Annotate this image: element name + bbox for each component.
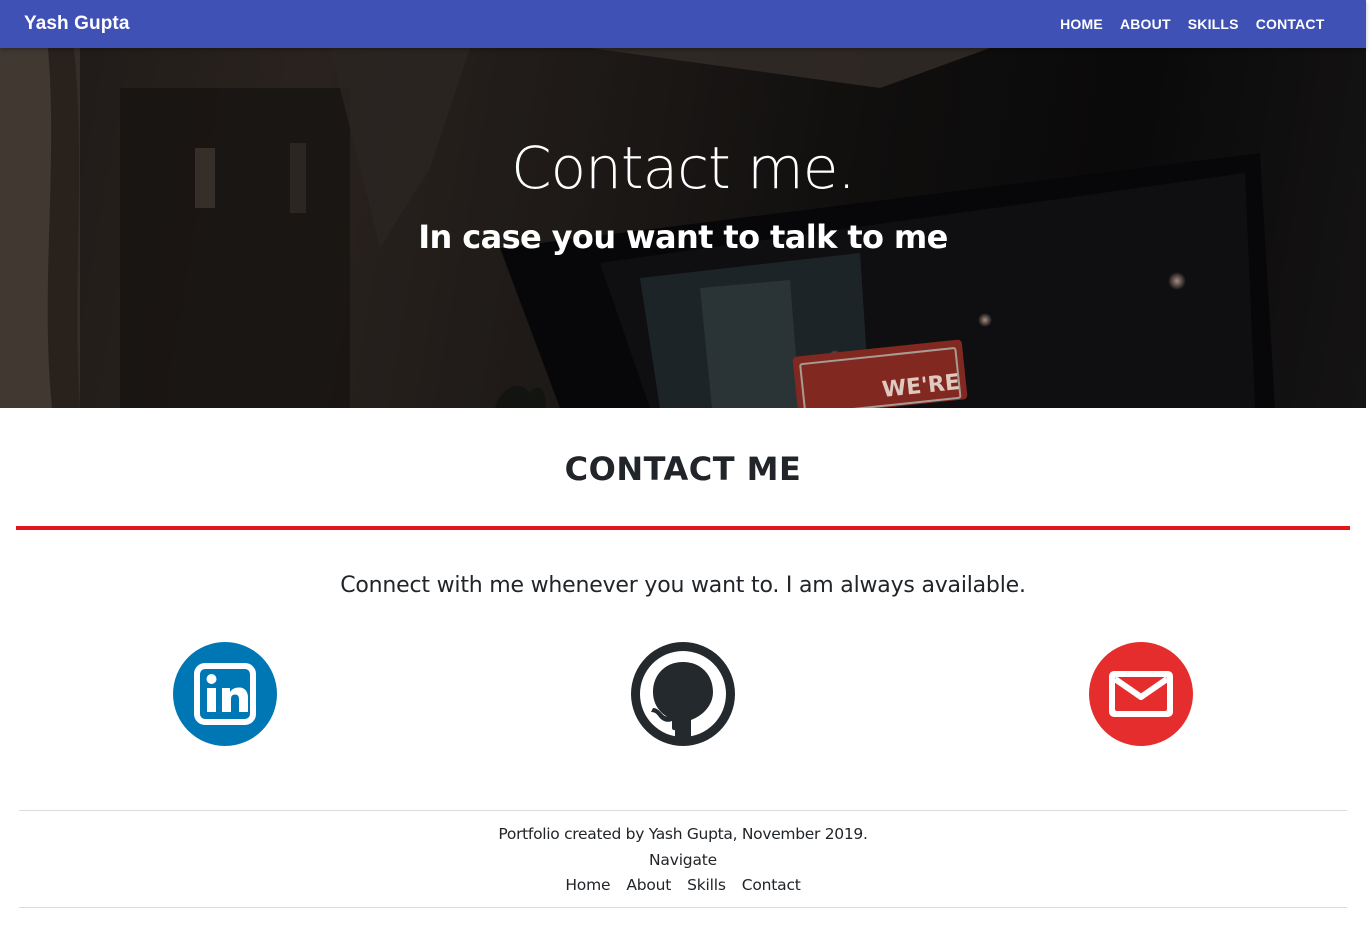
hero-subtitle: In case you want to talk to me <box>418 218 948 256</box>
nav-link-home[interactable]: HOME <box>1052 16 1112 32</box>
footer-credit: Portfolio created by Yash Gupta, Novembe… <box>498 825 868 843</box>
nav-link-skills[interactable]: SKILLS <box>1179 16 1247 32</box>
email-link[interactable] <box>1089 642 1193 746</box>
hero-title: Contact me. <box>511 134 856 202</box>
github-link[interactable] <box>631 642 735 746</box>
top-navbar: Yash Gupta HOME ABOUT SKILLS CONTACT <box>0 0 1366 48</box>
nav-menu: HOME ABOUT SKILLS CONTACT <box>1052 16 1333 32</box>
linkedin-link[interactable] <box>173 642 277 746</box>
contact-tagline: Connect with me whenever you want to. I … <box>340 573 1026 598</box>
footer-link-home[interactable]: Home <box>565 876 610 894</box>
email-icon <box>1089 642 1193 746</box>
nav-link-about[interactable]: ABOUT <box>1111 16 1179 32</box>
section-divider <box>16 526 1350 530</box>
footer-link-about[interactable]: About <box>626 876 671 894</box>
footer-link-skills[interactable]: Skills <box>687 876 726 894</box>
brand-link[interactable]: Yash Gupta <box>24 13 130 35</box>
hero-banner: WE'RE Contact me. In case you want to ta… <box>0 48 1366 408</box>
footer-divider-bottom <box>19 907 1347 908</box>
contact-section-heading: CONTACT ME <box>564 450 802 488</box>
github-icon <box>631 642 735 746</box>
linkedin-icon <box>173 642 277 746</box>
nav-link-contact[interactable]: CONTACT <box>1247 16 1333 32</box>
footer-divider-top <box>19 810 1347 811</box>
footer-nav: Home About Skills Contact <box>0 876 1366 894</box>
footer-link-contact[interactable]: Contact <box>742 876 801 894</box>
footer-navigate-label: Navigate <box>649 851 717 869</box>
